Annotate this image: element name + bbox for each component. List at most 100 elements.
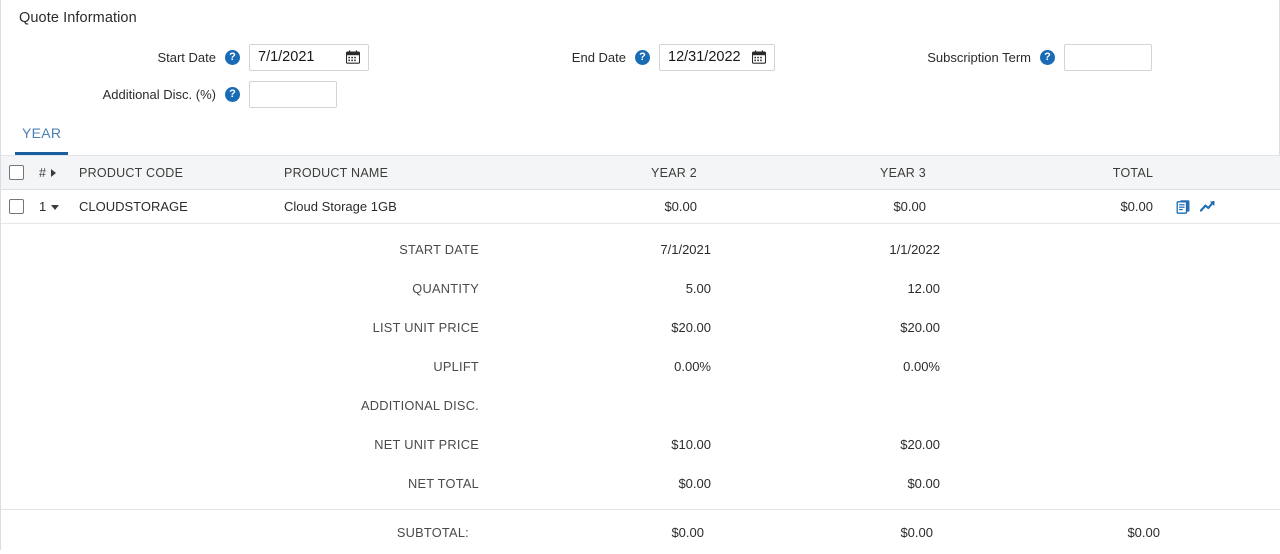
row-year2-cell: $0.00 [537, 190, 697, 223]
end-date-label: End Date [571, 49, 626, 65]
detail-label-cell: LIST UNIT PRICE [261, 308, 479, 347]
year2-header: YEAR 2 [651, 165, 697, 180]
detail-label-cell: START DATE [261, 230, 479, 269]
detail-year2-cell: $0.00 [551, 464, 711, 503]
detail-label: LIST UNIT PRICE [372, 320, 479, 335]
product-code-header-cell: PRODUCT CODE [79, 156, 274, 189]
detail-row: LIST UNIT PRICE $20.00 $20.00 [1, 308, 1280, 347]
subtotal-row: SUBTOTAL: $0.00 $0.00 $0.00 [1, 509, 1280, 554]
line-item-detail-panel: START DATE 7/1/2021 1/1/2022 QUANTITY 5.… [1, 224, 1280, 509]
subtotal-total-cell: $0.00 [1000, 510, 1160, 554]
subscription-term-label: Subscription Term [927, 49, 1031, 65]
detail-label: NET TOTAL [408, 476, 479, 491]
product-code-header: PRODUCT CODE [79, 165, 184, 180]
year3-header-cell: YEAR 3 [823, 156, 983, 189]
detail-year3-value: $20.00 [900, 437, 940, 452]
quote-form: Start Date ? 7/1/2021 End Date ? 12/31/2… [1, 38, 1280, 116]
detail-label: NET UNIT PRICE [374, 437, 479, 452]
detail-label-cell: UPLIFT [261, 347, 479, 386]
row-year3-cell: $0.00 [766, 190, 926, 223]
select-all-checkbox[interactable] [9, 165, 24, 180]
row-select-cell [9, 190, 31, 223]
help-circle-icon[interactable]: ? [225, 49, 240, 65]
additional-discount-label: Additional Disc. (%) [102, 86, 216, 102]
detail-label: QUANTITY [412, 281, 479, 296]
trend-arrow-icon[interactable] [1200, 199, 1216, 214]
subtotal-label: SUBTOTAL: [396, 524, 469, 540]
grid-header-row: # PRODUCT CODE PRODUCT NAME YEAR 2 YEAR … [1, 155, 1280, 190]
detail-year3-value: 1/1/2022 [889, 242, 940, 257]
subtotal-year3-value: $0.00 [900, 524, 933, 540]
total-header-cell: TOTAL [1053, 156, 1213, 189]
detail-year3-value: 0.00% [903, 359, 940, 374]
row-checkbox[interactable] [9, 199, 24, 214]
detail-row: QUANTITY 5.00 12.00 [1, 269, 1280, 308]
calendar-icon[interactable] [752, 50, 766, 64]
total-header: TOTAL [1112, 165, 1154, 180]
row-total-value: $0.00 [1120, 199, 1153, 214]
product-code-value: CLOUDSTORAGE [79, 199, 188, 214]
chevron-right-icon[interactable] [51, 168, 57, 177]
detail-year2-cell: 0.00% [551, 347, 711, 386]
field-additional-discount: Additional Disc. (%) ? [61, 80, 337, 108]
subtotal-year3-cell: $0.00 [773, 510, 933, 554]
tab-strip: YEAR [1, 118, 1280, 155]
quote-information-page: Quote Information Start Date ? 7/1/2021 [0, 0, 1280, 554]
detail-year2-value: 0.00% [674, 359, 711, 374]
subtotal-year2-value: $0.00 [671, 524, 704, 540]
detail-year3-cell: 12.00 [780, 269, 940, 308]
start-date-label: Start Date [157, 49, 216, 65]
end-date-input[interactable]: 12/31/2022 [659, 43, 775, 71]
detail-label-cell: ADDITIONAL DISC. [261, 386, 479, 425]
detail-year2-value: 7/1/2021 [660, 242, 711, 257]
start-date-input[interactable]: 7/1/2021 [249, 43, 369, 71]
document-copy-icon[interactable] [1176, 199, 1191, 214]
product-name-header: PRODUCT NAME [284, 165, 389, 180]
detail-year3-value: $0.00 [907, 476, 940, 491]
row-number-header: # [39, 165, 47, 180]
detail-year2-value: $0.00 [678, 476, 711, 491]
detail-row: ADDITIONAL DISC. [1, 386, 1280, 425]
detail-year3-cell: 0.00% [780, 347, 940, 386]
year3-header: YEAR 3 [880, 165, 926, 180]
detail-row: UPLIFT 0.00% 0.00% [1, 347, 1280, 386]
detail-year3-cell [780, 386, 940, 425]
detail-year2-cell: 5.00 [551, 269, 711, 308]
product-code-cell: CLOUDSTORAGE [79, 190, 274, 223]
detail-label: START DATE [399, 242, 479, 257]
end-date-value: 12/31/2022 [668, 49, 741, 65]
detail-year2-cell: $20.00 [551, 308, 711, 347]
detail-year3-cell: $20.00 [780, 425, 940, 464]
year2-header-cell: YEAR 2 [594, 156, 754, 189]
detail-year2-value: $20.00 [671, 320, 711, 335]
detail-year3-cell: $20.00 [780, 308, 940, 347]
chevron-down-icon[interactable] [51, 205, 60, 210]
detail-row: START DATE 7/1/2021 1/1/2022 [1, 230, 1280, 269]
row-total-cell: $0.00 [993, 190, 1153, 223]
field-end-date: End Date ? 12/31/2022 [541, 43, 775, 71]
tab-year[interactable]: YEAR [15, 118, 69, 155]
product-name-cell: Cloud Storage 1GB [284, 190, 544, 223]
start-date-value: 7/1/2021 [258, 49, 315, 65]
help-circle-icon[interactable]: ? [1040, 49, 1055, 65]
table-row[interactable]: 1 CLOUDSTORAGE Cloud Storage 1GB $0.00 $… [1, 190, 1280, 224]
detail-year3-value: 12.00 [907, 281, 940, 296]
detail-row: NET TOTAL $0.00 $0.00 [1, 464, 1280, 503]
product-name-value: Cloud Storage 1GB [284, 199, 397, 214]
detail-year2-value: $10.00 [671, 437, 711, 452]
detail-year3-cell: $0.00 [780, 464, 940, 503]
detail-label: UPLIFT [433, 359, 479, 374]
page-title: Quote Information [19, 10, 137, 26]
calendar-icon[interactable] [346, 50, 360, 64]
detail-year2-cell [551, 386, 711, 425]
detail-year3-value: $20.00 [900, 320, 940, 335]
help-circle-icon[interactable]: ? [225, 86, 240, 102]
row-year2-value: $0.00 [664, 199, 697, 214]
detail-year2-cell: 7/1/2021 [551, 230, 711, 269]
additional-discount-input[interactable] [249, 80, 337, 108]
row-actions [1176, 190, 1216, 223]
detail-label-cell: NET UNIT PRICE [261, 425, 479, 464]
subscription-term-input[interactable] [1064, 43, 1152, 71]
detail-label: ADDITIONAL DISC. [360, 398, 479, 413]
help-circle-icon[interactable]: ? [635, 49, 650, 65]
